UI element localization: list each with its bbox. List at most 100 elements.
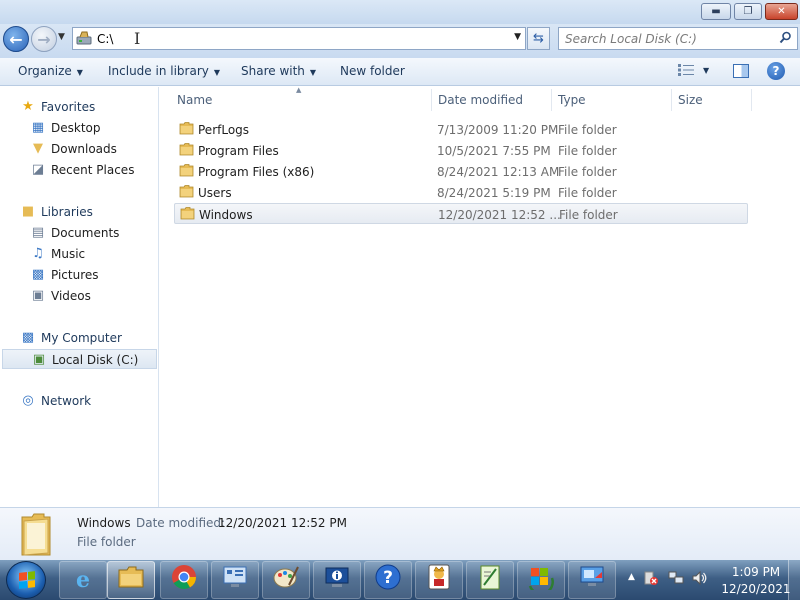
search-input[interactable] [565, 32, 765, 46]
system-info-icon [324, 565, 350, 595]
taskbar-remote-desktop[interactable] [568, 561, 616, 599]
file-date-modified: 10/5/2021 7:55 PM [437, 144, 551, 158]
column-header-type[interactable]: Type [558, 93, 586, 107]
search-box[interactable] [558, 27, 798, 50]
file-type: File folder [558, 165, 617, 179]
close-button[interactable]: ✕ [765, 3, 798, 20]
sidebar-item-recent-places[interactable]: ◪ Recent Places [0, 160, 158, 180]
column-header-size[interactable]: Size [678, 93, 703, 107]
column-header-row: ▲ Name Date modified Type Size [160, 86, 800, 114]
windows-update-icon [527, 564, 555, 596]
file-row-windows[interactable]: Windows 12/20/2021 12:52 ... File folder [174, 203, 748, 224]
share-with-label: Share with [241, 64, 305, 78]
maximize-button[interactable]: ❐ [734, 3, 762, 20]
minimize-button[interactable]: ▬ [701, 3, 731, 20]
clock-date[interactable]: 12/20/2021 [718, 582, 794, 596]
sidebar-item-favorites[interactable]: ★ Favorites [0, 97, 158, 117]
documents-icon: ▤ [31, 225, 45, 240]
file-name: Windows [199, 208, 253, 222]
column-header-date-modified[interactable]: Date modified [438, 93, 523, 107]
taskbar-help[interactable]: ? [364, 561, 412, 599]
address-bar[interactable]: C:\ I ▼ [72, 27, 526, 50]
change-view-button[interactable] [678, 64, 694, 79]
command-bar: Organize ▼ Include in library ▼ Share with… [0, 58, 800, 86]
libraries-icon: ■ [21, 204, 35, 219]
address-dropdown-icon[interactable]: ▼ [514, 32, 521, 42]
taskbar-notepad-plus-plus[interactable] [466, 561, 514, 599]
view-options-dropdown[interactable]: ▼ [703, 66, 709, 75]
column-header-name[interactable]: Name [177, 93, 212, 107]
navigation-pane: ★ Favorites ▦ Desktop ▼ Downloads ◪ Rece… [0, 87, 159, 507]
sidebar-item-documents[interactable]: ▤ Documents [0, 223, 158, 243]
navigation-bar: ← → ▼ C:\ I ▼ ⇆ [0, 24, 800, 58]
sidebar-item-pictures[interactable]: ▩ Pictures [0, 265, 158, 285]
action-center-icon[interactable] [644, 571, 658, 589]
taskbar-internet-explorer[interactable]: e [59, 561, 107, 599]
show-desktop-button[interactable] [788, 560, 800, 600]
details-item-type: File folder [77, 535, 136, 549]
large-folder-icon [18, 511, 54, 557]
column-divider[interactable] [431, 89, 432, 111]
network-status-icon[interactable] [668, 571, 684, 589]
taskbar-solitaire[interactable] [415, 561, 463, 599]
volume-icon[interactable] [692, 570, 708, 589]
sidebar-item-local-disk[interactable]: ▣ Local Disk (C:) [2, 349, 157, 369]
desktop-icon: ▦ [31, 120, 45, 135]
sort-ascending-icon: ▲ [296, 86, 302, 94]
file-row-program-files-x86[interactable]: Program Files (x86) 8/24/2021 12:13 AM F… [174, 161, 748, 182]
forward-arrow-icon: → [37, 29, 51, 49]
recent-places-icon: ◪ [31, 162, 45, 177]
back-button[interactable]: ← [3, 26, 29, 52]
taskbar-file-explorer[interactable] [107, 561, 155, 599]
taskbar: e ? ▲ 1:09 PM 12/20/2021 [0, 560, 800, 600]
taskbar-system-info[interactable] [313, 561, 361, 599]
sidebar-item-network[interactable]: ◎ Network [0, 391, 158, 411]
chevron-down-icon: ▼ [309, 68, 317, 77]
taskbar-paint[interactable] [262, 561, 310, 599]
column-divider[interactable] [751, 89, 752, 111]
file-type: File folder [558, 186, 617, 200]
sidebar-item-videos[interactable]: ▣ Videos [0, 286, 158, 306]
show-hidden-icons-icon[interactable]: ▲ [628, 572, 635, 582]
folder-icon [179, 163, 194, 177]
taskbar-windows-update[interactable] [517, 561, 565, 599]
sidebar-item-desktop[interactable]: ▦ Desktop [0, 118, 158, 138]
preview-pane-button[interactable] [733, 64, 749, 78]
share-with-button[interactable]: Share with ▼ [241, 64, 316, 78]
sidebar-item-libraries[interactable]: ■ Libraries [0, 202, 158, 222]
search-icon[interactable] [779, 31, 792, 48]
taskbar-chrome[interactable] [160, 561, 208, 599]
recent-pages-dropdown[interactable]: ▼ [58, 32, 65, 42]
file-row-users[interactable]: Users 8/24/2021 5:19 PM File folder [174, 182, 748, 203]
file-row-program-files[interactable]: Program Files 10/5/2021 7:55 PM File fol… [174, 140, 748, 161]
taskbar-control-panel[interactable] [211, 561, 259, 599]
sidebar-item-music[interactable]: ♫ Music [0, 244, 158, 264]
sidebar-item-downloads[interactable]: ▼ Downloads [0, 139, 158, 159]
file-date-modified: 8/24/2021 5:19 PM [437, 186, 551, 200]
sidebar-item-label: Documents [51, 226, 120, 240]
start-button[interactable] [6, 561, 46, 599]
file-name: PerfLogs [198, 123, 250, 137]
sidebar-item-label: Music [51, 247, 86, 261]
file-row-perflogs[interactable]: PerfLogs 7/13/2009 11:20 PM File folder [174, 119, 748, 140]
music-icon: ♫ [32, 246, 44, 261]
column-divider[interactable] [671, 89, 672, 111]
sidebar-item-label: Desktop [51, 121, 101, 135]
sidebar-item-label: Favorites [41, 100, 96, 114]
help-button[interactable]: ? [767, 62, 785, 80]
column-divider[interactable] [551, 89, 552, 111]
svg-text:?: ? [383, 568, 393, 588]
organize-button[interactable]: Organize ▼ [18, 64, 83, 78]
sidebar-item-label: Local Disk (C:) [52, 353, 139, 367]
new-folder-button[interactable]: New folder [340, 64, 405, 78]
address-text[interactable]: C:\ [97, 32, 113, 46]
clock-time[interactable]: 1:09 PM [728, 565, 784, 579]
file-type: File folder [558, 123, 617, 137]
include-in-library-button[interactable]: Include in library ▼ [108, 64, 220, 78]
refresh-button[interactable]: ⇆ [527, 27, 550, 50]
organize-label: Organize [18, 64, 72, 78]
forward-button[interactable]: → [31, 26, 57, 52]
sidebar-item-my-computer[interactable]: ▩ My Computer [0, 328, 158, 348]
star-icon: ★ [22, 99, 34, 114]
sidebar-item-label: Videos [51, 289, 91, 303]
